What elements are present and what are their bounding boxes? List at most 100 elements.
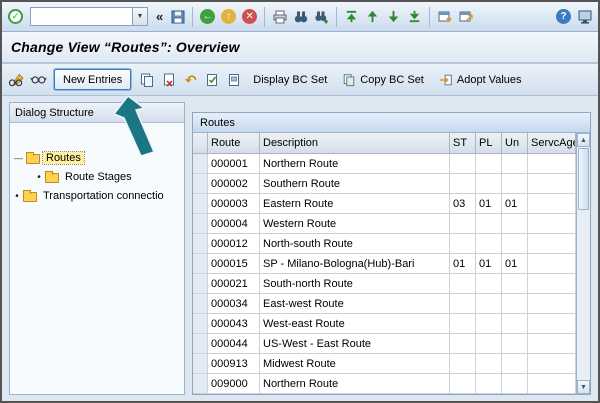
find-icon[interactable] <box>291 7 310 26</box>
cell-un[interactable]: 01 <box>502 254 528 274</box>
customize-layout-icon[interactable] <box>575 7 594 26</box>
row-selector[interactable] <box>193 274 208 294</box>
cell-route[interactable]: 000034 <box>208 294 260 314</box>
cell-description[interactable]: South-north Route <box>260 274 450 294</box>
row-selector[interactable] <box>193 174 208 194</box>
cell-route[interactable]: 000021 <box>208 274 260 294</box>
cell-un[interactable] <box>502 174 528 194</box>
create-shortcut-icon[interactable] <box>456 7 475 26</box>
cell-pl[interactable] <box>476 354 502 374</box>
cancel-icon[interactable]: ✕ <box>240 7 259 26</box>
enter-icon[interactable]: ✓ <box>6 7 25 26</box>
tree-item-routes[interactable]: — Routes <box>14 149 181 167</box>
cell-description[interactable]: Northern Route <box>260 154 450 174</box>
cell-un[interactable]: 01 <box>502 194 528 214</box>
cell-description[interactable]: Eastern Route <box>260 194 450 214</box>
first-page-icon[interactable] <box>342 7 361 26</box>
row-selector[interactable] <box>193 374 208 394</box>
command-dropdown-icon[interactable]: ▼ <box>132 8 147 25</box>
new-session-icon[interactable] <box>435 7 454 26</box>
cell-description[interactable]: Northern Route <box>260 374 450 394</box>
row-selector[interactable] <box>193 294 208 314</box>
cell-pl[interactable]: 01 <box>476 194 502 214</box>
vertical-scrollbar[interactable]: ▲ ▼ <box>576 133 590 394</box>
tree-label-route-stages[interactable]: Route Stages <box>62 171 135 183</box>
delete-entry-icon[interactable] <box>159 70 178 89</box>
cell-st[interactable] <box>450 274 476 294</box>
table-header-selection[interactable] <box>193 133 208 154</box>
tree-label-routes[interactable]: Routes <box>42 151 85 165</box>
cell-route[interactable]: 009000 <box>208 374 260 394</box>
row-selector[interactable] <box>193 314 208 334</box>
cell-description[interactable]: SP - Milano-Bologna(Hub)-Bari <box>260 254 450 274</box>
cell-st[interactable] <box>450 314 476 334</box>
cell-st[interactable] <box>450 234 476 254</box>
cell-servcagent[interactable] <box>528 374 576 394</box>
cell-description[interactable]: East-west Route <box>260 294 450 314</box>
cell-un[interactable] <box>502 154 528 174</box>
cell-servcagent[interactable] <box>528 294 576 314</box>
cell-route[interactable]: 000015 <box>208 254 260 274</box>
copy-bc-set-button[interactable]: Copy BC Set <box>336 69 430 90</box>
back-icon[interactable]: ← <box>198 7 217 26</box>
undo-change-icon[interactable]: ↶ <box>181 70 200 89</box>
last-page-icon[interactable] <box>405 7 424 26</box>
cell-st[interactable] <box>450 374 476 394</box>
cell-description[interactable]: Southern Route <box>260 174 450 194</box>
cell-st[interactable] <box>450 214 476 234</box>
cell-route[interactable]: 000044 <box>208 334 260 354</box>
cell-pl[interactable] <box>476 294 502 314</box>
cell-pl[interactable] <box>476 314 502 334</box>
cell-st[interactable] <box>450 154 476 174</box>
cell-pl[interactable] <box>476 374 502 394</box>
table-header-un[interactable]: Un <box>502 133 528 154</box>
cell-pl[interactable]: 01 <box>476 254 502 274</box>
row-selector[interactable] <box>193 214 208 234</box>
copy-as-icon[interactable] <box>137 70 156 89</box>
print-icon[interactable] <box>270 7 289 26</box>
cell-servcagent[interactable] <box>528 234 576 254</box>
table-header-description[interactable]: Description <box>260 133 450 154</box>
cell-un[interactable] <box>502 354 528 374</box>
row-selector[interactable] <box>193 334 208 354</box>
cell-st[interactable] <box>450 294 476 314</box>
cell-description[interactable]: Midwest Route <box>260 354 450 374</box>
tree-item-route-stages[interactable]: • Route Stages <box>14 168 181 186</box>
page-down-icon[interactable] <box>384 7 403 26</box>
select-block-icon[interactable] <box>225 70 244 89</box>
cell-un[interactable] <box>502 274 528 294</box>
cell-servcagent[interactable] <box>528 174 576 194</box>
cell-pl[interactable] <box>476 234 502 254</box>
new-entries-button[interactable]: New Entries <box>54 69 132 90</box>
find-next-icon[interactable] <box>312 7 331 26</box>
cell-servcagent[interactable] <box>528 214 576 234</box>
cell-route[interactable]: 000043 <box>208 314 260 334</box>
table-header-st[interactable]: ST <box>450 133 476 154</box>
cell-description[interactable]: US-West - East Route <box>260 334 450 354</box>
cell-un[interactable] <box>502 294 528 314</box>
table-header-servcagent[interactable]: ServcAgent <box>528 133 576 154</box>
cell-route[interactable]: 000012 <box>208 234 260 254</box>
cell-route[interactable]: 000913 <box>208 354 260 374</box>
display-change-toggle-icon[interactable] <box>7 70 26 89</box>
row-selector[interactable] <box>193 354 208 374</box>
cell-un[interactable] <box>502 334 528 354</box>
cell-route[interactable]: 000003 <box>208 194 260 214</box>
cell-servcagent[interactable] <box>528 194 576 214</box>
display-view-icon[interactable] <box>29 70 48 89</box>
scroll-up-icon[interactable]: ▲ <box>577 133 590 147</box>
help-icon[interactable]: ? <box>554 7 573 26</box>
cell-pl[interactable] <box>476 274 502 294</box>
table-header-route[interactable]: Route <box>208 133 260 154</box>
cell-un[interactable] <box>502 374 528 394</box>
cell-servcagent[interactable] <box>528 154 576 174</box>
cell-servcagent[interactable] <box>528 314 576 334</box>
display-bc-set-button[interactable]: Display BC Set <box>247 69 333 90</box>
row-selector[interactable] <box>193 194 208 214</box>
cell-pl[interactable] <box>476 334 502 354</box>
cell-route[interactable]: 000001 <box>208 154 260 174</box>
tree-label-transportation-connection[interactable]: Transportation connectio <box>40 190 167 202</box>
cell-st[interactable] <box>450 174 476 194</box>
row-selector[interactable] <box>193 234 208 254</box>
select-all-icon[interactable] <box>203 70 222 89</box>
